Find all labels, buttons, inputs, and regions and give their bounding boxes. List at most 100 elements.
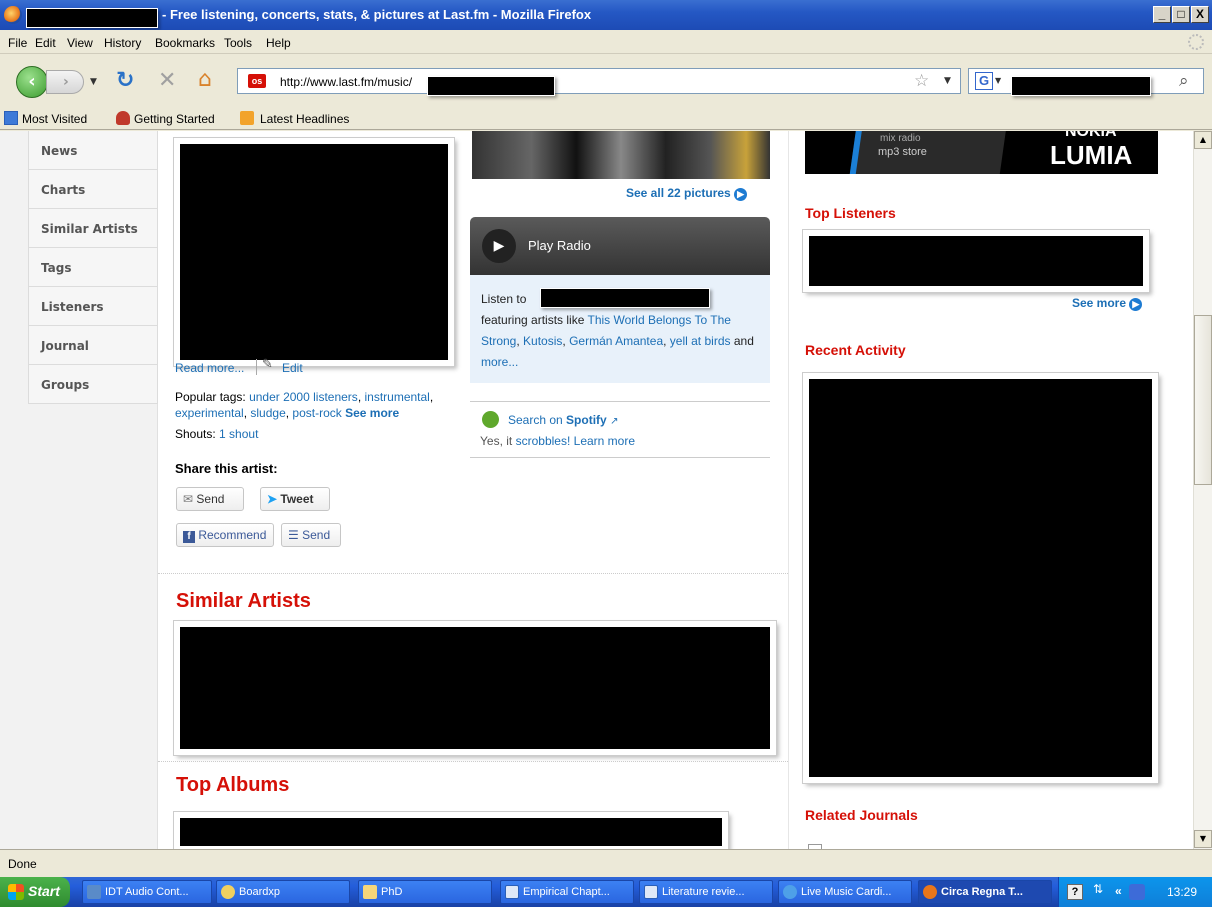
firefox-icon [4,6,22,24]
search-go-icon[interactable]: ⌕ [1179,71,1189,91]
edit-link[interactable]: Edit [282,361,303,375]
sidebar-item-tags[interactable]: Tags [28,248,158,287]
home-icon[interactable]: ⌂ [198,67,212,92]
history-dropdown-icon[interactable]: ▼ [90,77,97,87]
url-text[interactable]: http://www.last.fm/music/ [280,75,412,89]
sidebar-item-journal[interactable]: Journal [28,326,158,365]
rss-feed-icon [240,111,254,125]
window-title: - Free listening, concerts, stats, & pic… [162,7,592,22]
artist-pictures-strip[interactable] [472,131,770,179]
share-tweet-button[interactable]: ➤ Tweet [260,487,330,511]
featured-artist-link[interactable]: Germán Amantea [569,334,663,348]
tag-link[interactable]: sludge [250,406,285,420]
more-artists-link[interactable]: more... [481,355,518,369]
status-bar: Done [0,849,1212,875]
tag-link[interactable]: experimental [175,406,244,420]
read-more-link[interactable]: Read more... [175,361,244,375]
tray-expand-icon[interactable]: « [1115,884,1122,898]
section-divider [158,573,788,574]
taskbar-item-label: Literature revie... [662,886,745,898]
scroll-up-button[interactable]: ▲ [1194,131,1212,149]
minimize-button[interactable]: _ [1153,6,1171,23]
window-titlebar[interactable]: - Free listening, concerts, stats, & pic… [0,0,1212,30]
search-on-label: Search on [508,413,563,427]
spotify-search-link[interactable]: Search on Spotify ↗ [508,413,618,427]
facebook-send-button[interactable]: ☰ Send [281,523,341,547]
menu-view[interactable]: View [67,36,93,50]
stop-icon[interactable]: ✕ [158,68,176,93]
maximize-button[interactable]: □ [1172,6,1190,23]
see-more-label: See more [1072,296,1127,310]
share-heading: Share this artist: [175,461,278,476]
play-radio-button[interactable]: ▶ Play Radio [470,217,770,275]
menu-history[interactable]: History [104,36,141,50]
throbber-icon [1188,34,1204,50]
featured-artist-link[interactable]: Kutosis [523,334,562,348]
bookmark-getting-started[interactable]: Getting Started [134,112,215,126]
taskbar-item[interactable]: IDT Audio Cont... [82,880,212,904]
listen-to-label: Listen to [481,292,527,306]
redacted-url [427,76,555,96]
sidebar-item-charts[interactable]: Charts [28,170,158,209]
url-bar[interactable]: os http://www.last.fm/music/ ☆ ▼ [237,68,961,94]
facebook-send-label: Send [302,528,331,542]
menu-bar: File Edit View History Bookmarks Tools H… [0,30,1212,54]
help-icon[interactable]: ? [1067,884,1083,900]
artist-image[interactable] [174,138,454,366]
see-all-pictures-link[interactable]: See all 22 pictures ▶ [626,186,748,201]
scroll-thumb[interactable] [1194,315,1212,485]
shouts-link[interactable]: 1 shout [219,427,258,441]
featured-artist-link[interactable]: yell at birds [670,334,731,348]
facebook-recommend-button[interactable]: f Recommend [176,523,274,547]
sidebar-item-label: Journal [41,339,89,353]
tags-see-more-link[interactable]: See more [345,406,399,420]
taskbar-item-label: Circa Regna T... [941,886,1023,898]
url-dropdown-icon[interactable]: ▼ [944,76,951,86]
taskbar-item-active[interactable]: Circa Regna T... [918,880,1052,904]
sidebar-item-groups[interactable]: Groups [28,365,158,404]
sidebar-item-similar-artists[interactable]: Similar Artists [28,209,158,248]
nokia-lumia-ad[interactable]: mix radio mp3 store NOKIA LUMIA [805,131,1158,174]
vertical-scrollbar[interactable]: ▲ ▼ [1193,131,1212,849]
related-journals-heading: Related Journals [805,807,918,823]
scrobbles-link[interactable]: scrobbles! [516,434,571,448]
menu-help[interactable]: Help [266,36,291,50]
start-button[interactable]: Start [0,877,70,907]
scrobbles-line: Yes, it scrobbles! Learn more [480,434,635,448]
tag-link[interactable]: under 2000 listeners [249,390,358,404]
scroll-down-button[interactable]: ▼ [1194,830,1212,848]
google-engine-icon[interactable]: G [975,72,993,90]
taskbar-item[interactable]: Boardxp [216,880,350,904]
reload-icon[interactable]: ↻ [116,68,134,93]
app-tray-icon[interactable] [1129,884,1145,900]
taskbar-item-label: Live Music Cardi... [801,886,892,898]
back-button[interactable]: ‹ [16,66,48,98]
sidebar-item-news[interactable]: News [28,131,158,170]
sidebar-item-label: Listeners [41,300,104,314]
taskbar-item[interactable]: PhD [358,880,492,904]
top-listeners-see-more-link[interactable]: See more ▶ [1072,296,1143,311]
close-button[interactable]: X [1191,6,1209,23]
engine-dropdown-icon[interactable]: ▼ [995,76,1001,85]
sidebar-item-listeners[interactable]: Listeners [28,287,158,326]
taskbar-item[interactable]: Empirical Chapt... [500,880,634,904]
ad-brand-lumia: LUMIA [1050,140,1133,170]
bookmark-most-visited[interactable]: Most Visited [22,112,87,126]
taskbar-item[interactable]: Live Music Cardi... [778,880,912,904]
menu-edit[interactable]: Edit [35,36,56,50]
network-icon[interactable]: ⇅ [1093,882,1103,896]
sidebar-item-label: Groups [41,378,90,392]
redacted-search [1011,76,1151,96]
forward-button[interactable]: › [46,70,84,94]
bookmark-star-icon[interactable]: ☆ [914,71,929,91]
share-send-button[interactable]: ✉ Send [176,487,244,511]
tag-link[interactable]: post-rock [292,406,341,420]
external-link-icon: ↗ [610,416,619,427]
menu-tools[interactable]: Tools [224,36,252,50]
bookmark-latest-headlines[interactable]: Latest Headlines [260,112,349,126]
menu-bookmarks[interactable]: Bookmarks [155,36,215,50]
menu-file[interactable]: File [8,36,27,50]
tag-link[interactable]: instrumental [364,390,429,404]
taskbar-item[interactable]: Literature revie... [639,880,773,904]
learn-more-link[interactable]: Learn more [574,434,635,448]
